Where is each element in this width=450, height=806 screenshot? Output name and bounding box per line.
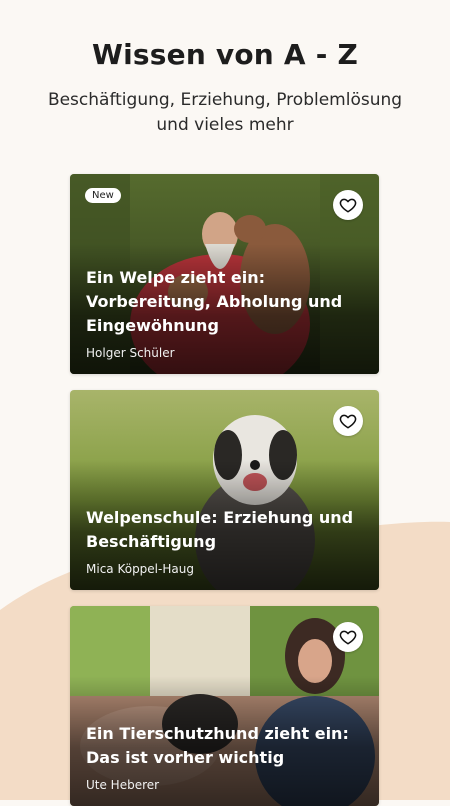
- course-card-welpenschule[interactable]: Welpenschule: Erziehung und Beschäftigun…: [70, 390, 379, 590]
- heart-outline-icon: [339, 630, 357, 645]
- card-title: Ein Welpe zieht ein: Vorbereitung, Abhol…: [86, 268, 343, 335]
- heart-outline-icon: [339, 198, 357, 213]
- card-title: Welpenschule: Erziehung und Beschäftigun…: [86, 508, 354, 551]
- card-author: Holger Schüler: [86, 346, 175, 360]
- page-title: Wissen von A - Z: [92, 38, 358, 71]
- course-card-welpe[interactable]: New Ein Welpe zieht ein: Vorbereitung, A…: [70, 174, 379, 374]
- card-author: Mica Köppel-Haug: [86, 562, 194, 576]
- card-title: Ein Tierschutzhund zieht ein: Das ist vo…: [86, 724, 349, 767]
- favorite-button[interactable]: [333, 622, 363, 652]
- favorite-button[interactable]: [333, 406, 363, 436]
- heart-outline-icon: [339, 414, 357, 429]
- new-badge: New: [85, 188, 121, 203]
- course-card-tierschutzhund[interactable]: Ein Tierschutzhund zieht ein: Das ist vo…: [70, 606, 379, 806]
- card-author: Ute Heberer: [86, 778, 160, 792]
- favorite-button[interactable]: [333, 190, 363, 220]
- page-subtitle: Beschäftigung, Erziehung, Problemlösung …: [47, 90, 403, 135]
